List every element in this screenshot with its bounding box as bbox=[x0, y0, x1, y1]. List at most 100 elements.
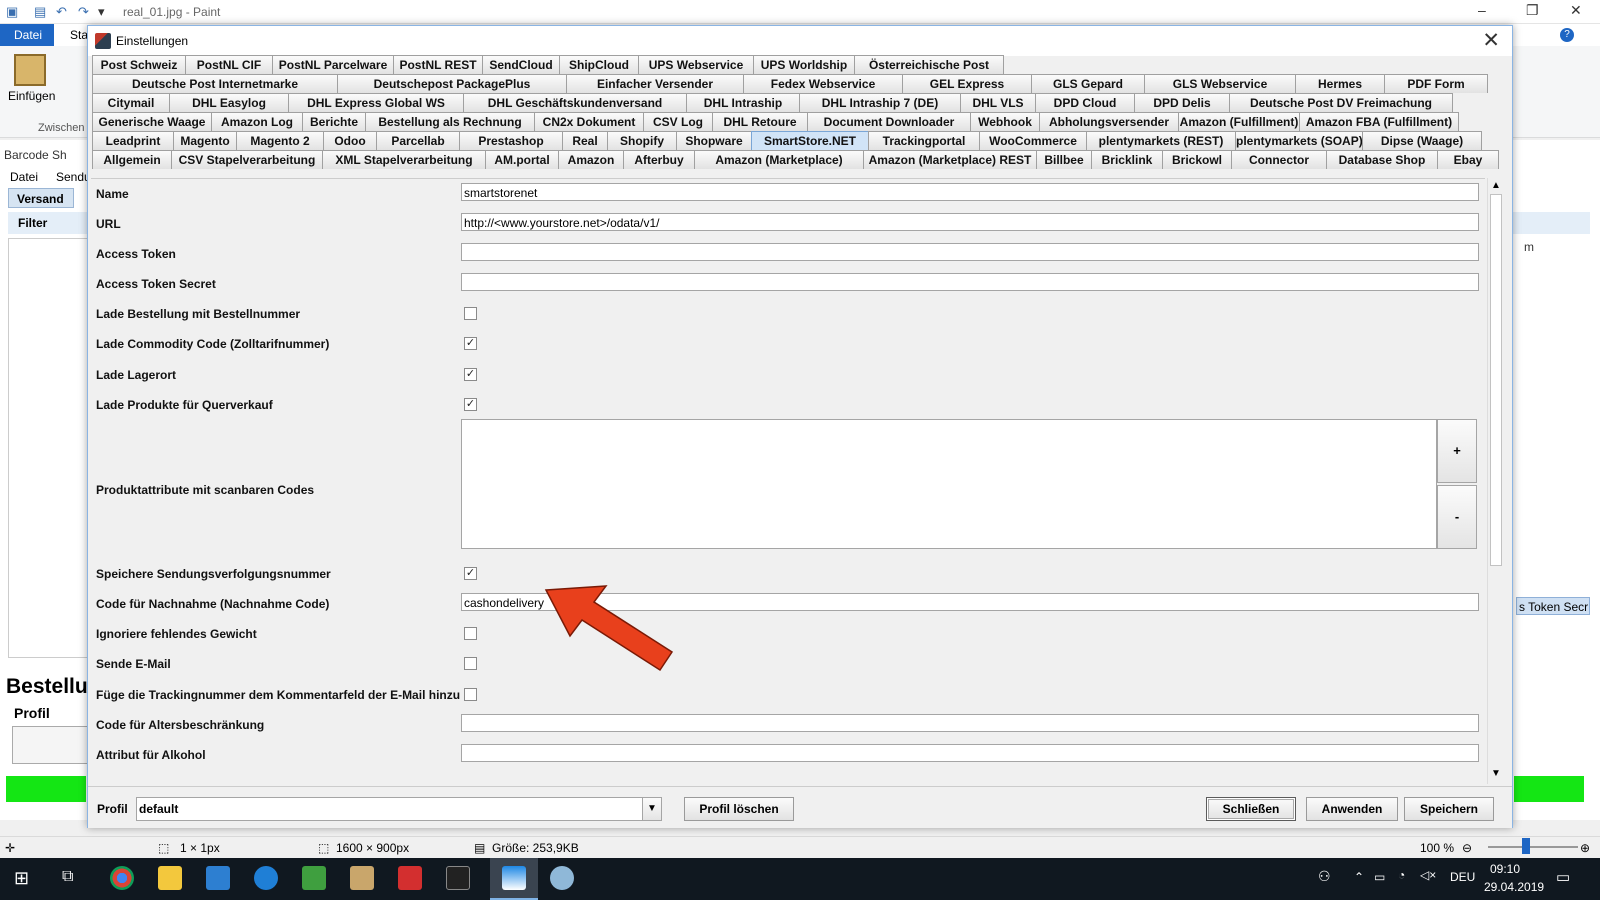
barcode-app-icon[interactable] bbox=[502, 866, 526, 890]
tab-shopware[interactable]: Shopware bbox=[676, 131, 752, 150]
tab-parcellab[interactable]: Parcellab bbox=[376, 131, 460, 150]
tab-plentymarkets-soap[interactable]: plentymarkets (SOAP) bbox=[1235, 131, 1363, 150]
add-attribute-button[interactable]: + bbox=[1437, 419, 1477, 483]
tab-bricklink[interactable]: Bricklink bbox=[1091, 150, 1163, 169]
access-token-field[interactable] bbox=[461, 243, 1479, 261]
vscode-icon[interactable] bbox=[206, 866, 230, 890]
windows-start-icon[interactable]: ⊞ bbox=[14, 868, 29, 889]
tab-csv-log[interactable]: CSV Log bbox=[643, 112, 713, 131]
tab-amazon-fba-fulfillment[interactable]: Amazon FBA (Fulfillment) bbox=[1299, 112, 1459, 131]
tab-dhl-geschäftskundenversand[interactable]: DHL Geschäftskundenversand bbox=[463, 93, 687, 112]
tab-berichte[interactable]: Berichte bbox=[302, 112, 366, 131]
tab-österreichische-post[interactable]: Österreichische Post bbox=[854, 55, 1004, 74]
tab-connector[interactable]: Connector bbox=[1231, 150, 1327, 169]
tab-postnl-rest[interactable]: PostNL REST bbox=[393, 55, 483, 74]
wifi-icon[interactable]: ◔ bbox=[1398, 868, 1405, 882]
tab-dhl-retoure[interactable]: DHL Retoure bbox=[712, 112, 808, 131]
task-view-icon[interactable]: ⧉ bbox=[62, 868, 73, 886]
product-attributes-list[interactable] bbox=[461, 419, 1437, 549]
terminal-icon[interactable] bbox=[446, 866, 470, 890]
language-indicator[interactable]: DEU bbox=[1450, 870, 1475, 884]
tab-einfacher-versender[interactable]: Einfacher Versender bbox=[566, 74, 744, 93]
save-tracking-checkbox[interactable]: ✓ bbox=[464, 567, 477, 580]
bg-menu-datei[interactable]: Datei bbox=[10, 170, 38, 184]
tab-citymail[interactable]: Citymail bbox=[92, 93, 170, 112]
scroll-up-icon[interactable]: ▲ bbox=[1490, 180, 1502, 191]
bg-token-field[interactable]: s Token Secr bbox=[1516, 597, 1590, 615]
zoom-slider-knob[interactable] bbox=[1522, 838, 1530, 854]
tab-deutsche-post-internetmarke[interactable]: Deutsche Post Internetmarke bbox=[92, 74, 338, 93]
tab-gls-webservice[interactable]: GLS Webservice bbox=[1144, 74, 1296, 93]
close-button[interactable]: Schließen bbox=[1206, 797, 1296, 821]
file-explorer-icon[interactable] bbox=[158, 866, 182, 890]
url-field[interactable]: http://<www.yourstore.net>/odata/v1/ bbox=[461, 213, 1479, 231]
redo-icon[interactable]: ↷ bbox=[78, 4, 89, 20]
name-field[interactable]: smartstorenet bbox=[461, 183, 1479, 201]
tab-post-schweiz[interactable]: Post Schweiz bbox=[92, 55, 186, 74]
tab-dhl-express-global-ws[interactable]: DHL Express Global WS bbox=[288, 93, 464, 112]
tab-brickowl[interactable]: Brickowl bbox=[1162, 150, 1232, 169]
access-token-secret-field[interactable] bbox=[461, 273, 1479, 291]
scrollbar-thumb[interactable] bbox=[1490, 194, 1502, 566]
notifications-icon[interactable]: ▭ bbox=[1556, 868, 1570, 886]
people-icon[interactable]: ⚇ bbox=[1318, 868, 1331, 885]
paste-label[interactable]: Einfügen bbox=[8, 89, 55, 103]
save-icon[interactable]: ▤ bbox=[34, 4, 46, 20]
tab-amazon-marketplace[interactable]: Amazon (Marketplace) bbox=[694, 150, 864, 169]
age-restriction-field[interactable] bbox=[461, 714, 1479, 732]
tab-csv-stapelverarbeitung[interactable]: CSV Stapelverarbeitung bbox=[171, 150, 323, 169]
teamviewer-icon[interactable] bbox=[254, 866, 278, 890]
tab-abholungsversender[interactable]: Abholungsversender bbox=[1039, 112, 1179, 131]
tab-database-shop[interactable]: Database Shop bbox=[1326, 150, 1438, 169]
clipboard-icon[interactable] bbox=[14, 54, 46, 86]
remove-attribute-button[interactable]: - bbox=[1437, 485, 1477, 549]
maximize-icon[interactable]: ❐ bbox=[1526, 2, 1539, 19]
help-icon[interactable]: ? bbox=[1560, 28, 1574, 42]
tab-gel-express[interactable]: GEL Express bbox=[902, 74, 1032, 93]
tab-postnl-parcelware[interactable]: PostNL Parcelware bbox=[272, 55, 394, 74]
tab-webhook[interactable]: Webhook bbox=[970, 112, 1040, 131]
delete-profile-button[interactable]: Profil löschen bbox=[684, 797, 794, 821]
tab-trackingportal[interactable]: Trackingportal bbox=[868, 131, 980, 150]
tab-dpd-cloud[interactable]: DPD Cloud bbox=[1035, 93, 1135, 112]
tab-ups-webservice[interactable]: UPS Webservice bbox=[638, 55, 754, 74]
tab-document-downloader[interactable]: Document Downloader bbox=[807, 112, 971, 131]
tab-billbee[interactable]: Billbee bbox=[1036, 150, 1092, 169]
tab-leadprint[interactable]: Leadprint bbox=[92, 131, 174, 150]
paint-taskbar-icon[interactable] bbox=[550, 866, 574, 890]
profile-select[interactable]: default bbox=[136, 797, 644, 821]
add-tracking-comment-checkbox[interactable] bbox=[464, 688, 477, 701]
battery-icon[interactable]: ▭ bbox=[1374, 870, 1385, 884]
tab-smartstore-net[interactable]: SmartStore.NET bbox=[751, 131, 869, 150]
tab-dpd-delis[interactable]: DPD Delis bbox=[1134, 93, 1230, 112]
chevron-down-icon[interactable]: ▼ bbox=[642, 797, 662, 821]
tab-deutschepost-packageplus[interactable]: Deutschepost PackagePlus bbox=[337, 74, 567, 93]
tab-woocommerce[interactable]: WooCommerce bbox=[979, 131, 1087, 150]
load-by-order-number-checkbox[interactable] bbox=[464, 307, 477, 320]
close-icon[interactable]: ✕ bbox=[1570, 2, 1582, 19]
tab-sendcloud[interactable]: SendCloud bbox=[482, 55, 560, 74]
tab-amazon[interactable]: Amazon bbox=[558, 150, 624, 169]
tray-expand-icon[interactable]: ⌃ bbox=[1354, 870, 1364, 884]
zoom-out-icon[interactable]: ⊖ bbox=[1462, 841, 1472, 855]
dialog-close-icon[interactable]: ✕ bbox=[1482, 28, 1500, 53]
tab-prestashop[interactable]: Prestashop bbox=[459, 131, 563, 150]
tab-dhl-intraship[interactable]: DHL Intraship bbox=[686, 93, 800, 112]
zoom-slider-track[interactable] bbox=[1488, 846, 1578, 848]
tab-postnl-cif[interactable]: PostNL CIF bbox=[185, 55, 273, 74]
send-email-checkbox[interactable] bbox=[464, 657, 477, 670]
tab-dipse-waage[interactable]: Dipse (Waage) bbox=[1362, 131, 1482, 150]
paint-file-tab[interactable]: Datei bbox=[0, 24, 54, 46]
form-scrollbar[interactable]: ▲ ▼ bbox=[1487, 178, 1503, 784]
tab-deutsche-post-dv-freimachung[interactable]: Deutsche Post DV Freimachung bbox=[1229, 93, 1453, 112]
ignore-weight-checkbox[interactable] bbox=[464, 627, 477, 640]
tab-amazon-fulfillment[interactable]: Amazon (Fulfillment) bbox=[1178, 112, 1300, 131]
tab-dhl-easylog[interactable]: DHL Easylog bbox=[169, 93, 289, 112]
tab-amazon-marketplace-rest[interactable]: Amazon (Marketplace) REST bbox=[863, 150, 1037, 169]
undo-icon[interactable]: ↶ bbox=[56, 4, 67, 20]
tab-ups-worldship[interactable]: UPS Worldship bbox=[753, 55, 855, 74]
chrome-icon[interactable] bbox=[110, 866, 134, 890]
zoom-in-icon[interactable]: ⊕ bbox=[1580, 841, 1590, 855]
scroll-down-icon[interactable]: ▼ bbox=[1490, 768, 1502, 779]
tab-pdf-form[interactable]: PDF Form bbox=[1384, 74, 1488, 93]
